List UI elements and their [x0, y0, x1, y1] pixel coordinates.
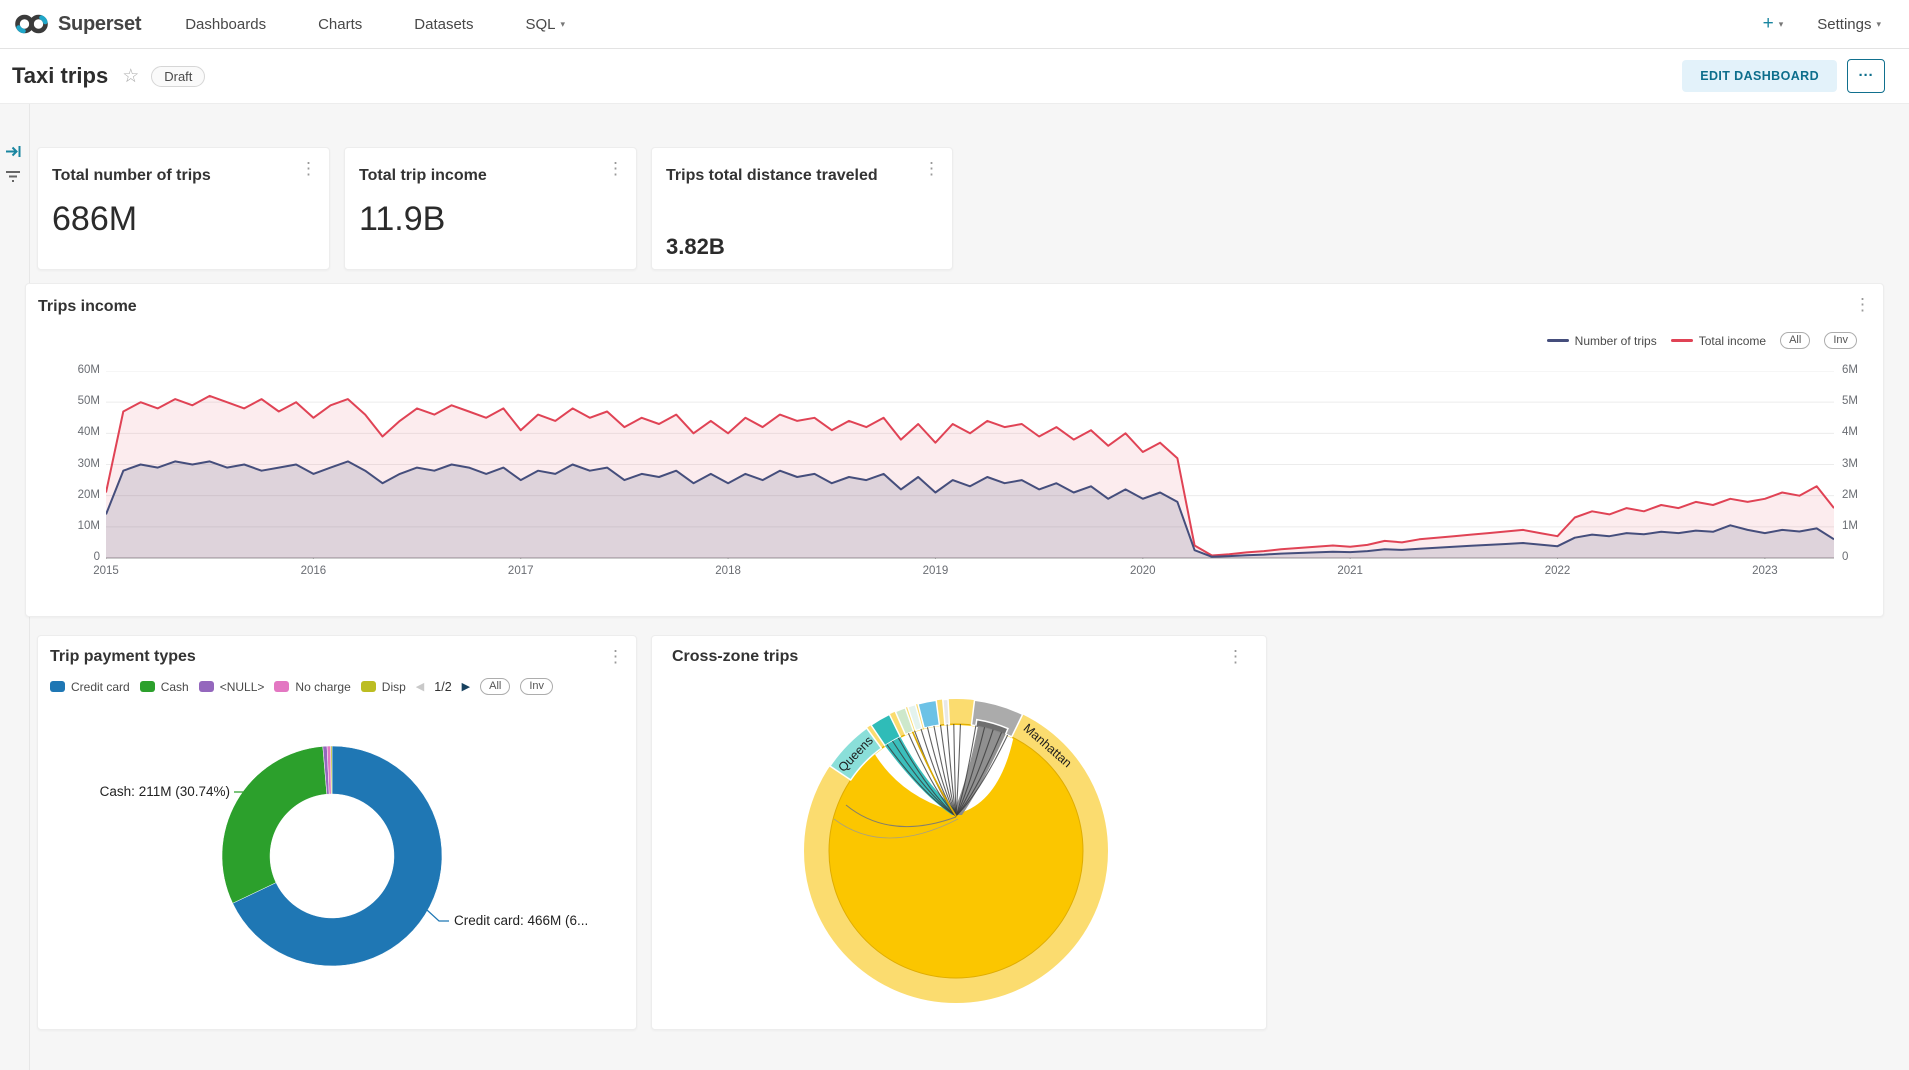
- legend-swatch: [361, 681, 376, 692]
- legend-swatch: [199, 681, 214, 692]
- cross-zone-chord[interactable]: QueensManhattan: [652, 666, 1268, 1031]
- filter-icon[interactable]: [5, 168, 21, 189]
- x-axis-tick: 2021: [1337, 565, 1363, 577]
- x-axis-tick: 2023: [1752, 565, 1778, 577]
- y-axis-tick: 4M: [1842, 426, 1858, 438]
- chart-title: Cross-zone trips: [672, 648, 798, 666]
- y-axis-tick: 0: [1842, 551, 1848, 563]
- legend-swatch: [1547, 339, 1569, 342]
- kebab-menu-icon[interactable]: ⋮: [923, 160, 940, 177]
- expand-filter-bar-icon[interactable]: [5, 144, 22, 164]
- kpi-title: Trips total distance traveled: [666, 164, 912, 189]
- y-axis-tick: 10M: [78, 520, 100, 532]
- kpi-card-trip-income: Total trip income ⋮ 11.9B: [344, 147, 637, 270]
- y-axis-tick: 5M: [1842, 395, 1858, 407]
- x-axis-tick: 2016: [301, 565, 327, 577]
- legend-page-indicator: 1/2: [434, 680, 451, 694]
- edit-dashboard-button[interactable]: EDIT DASHBOARD: [1682, 60, 1837, 92]
- legend-item[interactable]: Number of trips: [1547, 334, 1657, 348]
- dashboard-header: Taxi trips ☆ Draft EDIT DASHBOARD ···: [0, 49, 1909, 104]
- payment-types-donut[interactable]: Cash: 211M (30.74%) Credit card: 466M (6.…: [38, 714, 638, 1026]
- trips-income-plot[interactable]: [106, 371, 1834, 559]
- kebab-menu-icon[interactable]: ⋮: [1227, 648, 1244, 665]
- chart-title: Trips income: [38, 298, 137, 316]
- more-options-button[interactable]: ···: [1847, 59, 1885, 93]
- y-axis-tick: 1M: [1842, 520, 1858, 532]
- kebab-menu-icon[interactable]: ⋮: [607, 160, 624, 177]
- top-navbar: Superset Dashboards Charts Datasets SQL▾…: [0, 0, 1909, 49]
- settings-menu[interactable]: Settings▾: [1817, 16, 1881, 33]
- y-axis-tick: 60M: [78, 364, 100, 376]
- kpi-card-total-distance: Trips total distance traveled ⋮ 3.82B: [651, 147, 953, 270]
- legend-next-page-icon[interactable]: ▶: [462, 680, 470, 693]
- superset-brand[interactable]: Superset: [0, 12, 159, 36]
- nav-item-dashboards[interactable]: Dashboards: [159, 16, 292, 33]
- legend-item[interactable]: Cash: [140, 680, 189, 694]
- y-axis-tick: 0: [94, 551, 100, 563]
- y-axis-tick: 6M: [1842, 364, 1858, 376]
- legend-swatch: [274, 681, 289, 692]
- legend-item[interactable]: No charge: [274, 680, 350, 694]
- kpi-title: Total number of trips: [52, 164, 289, 189]
- chart-legend: Number of trips Total income All Inv: [1547, 332, 1857, 349]
- chart-title: Trip payment types: [50, 648, 196, 666]
- y-axis-tick: 30M: [78, 458, 100, 470]
- chart-legend: Credit card Cash <NULL> No charge Disp ◀ 1/2 ▶ A…: [50, 678, 553, 695]
- dashboard-grid: Total number of trips ⋮ 686M Total trip …: [0, 104, 1909, 1070]
- chevron-down-icon: ▾: [1779, 19, 1784, 30]
- x-axis-tick: 2022: [1545, 565, 1571, 577]
- x-axis-tick: 2018: [715, 565, 741, 577]
- cash-slice-label: Cash: 211M (30.74%): [100, 784, 230, 799]
- legend-prev-page-icon[interactable]: ◀: [416, 680, 424, 693]
- kebab-menu-icon[interactable]: ⋮: [1854, 296, 1871, 313]
- legend-item[interactable]: Disp: [361, 680, 406, 694]
- payment-types-chart-card: Trip payment types ⋮ Credit card Cash <NUL…: [37, 635, 637, 1030]
- legend-swatch: [140, 681, 155, 692]
- superset-logo-icon: [14, 12, 50, 36]
- kpi-card-total-trips: Total number of trips ⋮ 686M: [37, 147, 330, 270]
- trips-income-chart-card: Trips income ⋮ Number of trips Total inco…: [25, 283, 1884, 617]
- nav-item-datasets[interactable]: Datasets: [388, 16, 499, 33]
- nav-item-sql[interactable]: SQL▾: [499, 16, 591, 33]
- nav-item-charts[interactable]: Charts: [292, 16, 388, 33]
- brand-name: Superset: [58, 13, 141, 36]
- credit-card-slice-label: Credit card: 466M (6...: [454, 913, 588, 928]
- chevron-down-icon: ▾: [1876, 19, 1881, 30]
- chevron-down-icon: ▾: [560, 19, 565, 30]
- legend-item[interactable]: Credit card: [50, 680, 130, 694]
- all-series-button[interactable]: All: [480, 678, 510, 695]
- kpi-value: 686M: [52, 200, 137, 239]
- all-series-button[interactable]: All: [1780, 332, 1810, 349]
- page-title: Taxi trips: [12, 63, 108, 89]
- y-axis-tick: 3M: [1842, 458, 1858, 470]
- y-axis-tick: 2M: [1842, 489, 1858, 501]
- x-axis-tick: 2017: [508, 565, 534, 577]
- y-axis-tick: 50M: [78, 395, 100, 407]
- y-axis-tick: 20M: [78, 489, 100, 501]
- favorite-star-icon[interactable]: ☆: [122, 65, 139, 88]
- legend-swatch: [1671, 339, 1693, 342]
- kpi-value: 11.9B: [359, 200, 445, 239]
- kebab-menu-icon[interactable]: ⋮: [607, 648, 624, 665]
- x-axis-tick: 2015: [93, 565, 119, 577]
- legend-swatch: [50, 681, 65, 692]
- kebab-menu-icon[interactable]: ⋮: [300, 160, 317, 177]
- x-axis-tick: 2020: [1130, 565, 1156, 577]
- legend-item[interactable]: <NULL>: [199, 680, 265, 694]
- kpi-title: Total trip income: [359, 164, 596, 189]
- legend-item[interactable]: Total income: [1671, 334, 1766, 348]
- status-badge: Draft: [151, 66, 205, 87]
- inv-series-button[interactable]: Inv: [1824, 332, 1857, 349]
- y-axis-tick: 40M: [78, 426, 100, 438]
- kpi-value: 3.82B: [666, 234, 725, 260]
- inv-series-button[interactable]: Inv: [520, 678, 553, 695]
- add-new-button[interactable]: +▾: [1763, 13, 1784, 35]
- cross-zone-chart-card: Cross-zone trips ⋮ QueensManhattan: [651, 635, 1267, 1030]
- x-axis-tick: 2019: [923, 565, 949, 577]
